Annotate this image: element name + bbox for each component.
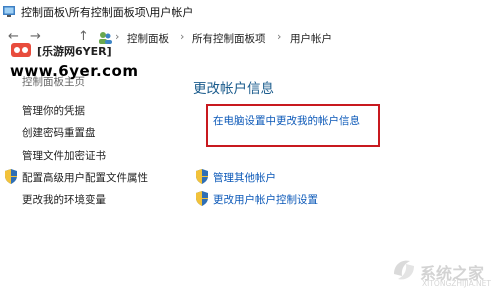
breadcrumb-control-panel[interactable]: 控制面板	[127, 31, 169, 46]
game-logo-icon	[11, 43, 31, 57]
sidebar-item-environment-variables[interactable]: 更改我的环境变量	[22, 192, 106, 207]
title-bar: 控制面板\所有控制面板项\用户帐户	[0, 0, 500, 25]
breadcrumb-all-items[interactable]: 所有控制面板项	[192, 31, 266, 46]
uac-shield-icon	[5, 169, 17, 184]
watermark-site-name: [乐游网6YER]	[37, 45, 112, 58]
section-heading: 更改帐户信息	[193, 81, 274, 97]
control-panel-icon	[3, 6, 15, 17]
window-title: 控制面板\所有控制面板项\用户帐户	[21, 6, 194, 19]
breadcrumb-separator: ›	[180, 30, 185, 43]
change-account-in-pc-settings-link[interactable]: 在电脑设置中更改我的帐户信息	[213, 113, 360, 128]
brand-logo-icon	[394, 260, 414, 280]
uac-shield-icon	[196, 169, 208, 184]
change-uac-settings-link[interactable]: 更改用户帐户控制设置	[213, 192, 318, 207]
brand-url: XITONGZHIJIA.NET	[422, 279, 491, 288]
sidebar-item-advanced-profile-properties[interactable]: 配置高级用户配置文件属性	[22, 170, 148, 185]
breadcrumb-separator: ›	[277, 30, 282, 43]
sidebar-item-create-reset-disk[interactable]: 创建密码重置盘	[22, 125, 96, 140]
manage-other-accounts-link[interactable]: 管理其他帐户	[213, 170, 276, 185]
breadcrumb-user-accounts[interactable]: 用户帐户	[290, 31, 332, 46]
site-watermark: [乐游网6YER] www.6yer.com	[7, 40, 138, 86]
watermark-url: www.6yer.com	[10, 62, 139, 80]
uac-shield-icon	[196, 191, 208, 206]
brand-watermark: 系统之家 XITONGZHIJIA.NET	[388, 252, 498, 288]
sidebar-item-manage-credentials[interactable]: 管理你的凭据	[22, 103, 85, 118]
sidebar-item-file-encryption-certs[interactable]: 管理文件加密证书	[22, 148, 106, 163]
